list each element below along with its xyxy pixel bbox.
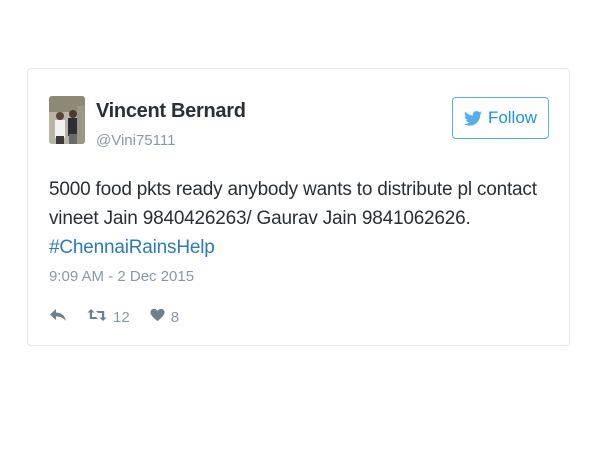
heart-icon [150, 308, 165, 327]
avatar-photo [49, 96, 85, 144]
retweet-button[interactable]: 12 [87, 308, 130, 327]
hashtag-link[interactable]: #ChennaiRainsHelp [49, 237, 215, 258]
follow-button[interactable]: Follow [452, 97, 549, 139]
follow-button-label: Follow [487, 108, 538, 127]
retweet-count: 12 [113, 308, 130, 326]
retweet-icon [87, 308, 107, 327]
like-button[interactable]: 8 [150, 308, 179, 327]
twitter-bird-icon [463, 110, 482, 126]
page: Vincent Bernard @Vini75111 Follow 5000 f… [0, 0, 600, 450]
tweet-text-line: 5000 food pkts ready anybody wants to di… [49, 179, 537, 200]
like-count: 8 [170, 308, 180, 326]
embedded-tweet-card: Vincent Bernard @Vini75111 Follow 5000 f… [27, 68, 570, 346]
reply-button[interactable] [49, 308, 67, 327]
author-display-name[interactable]: Vincent Bernard [96, 100, 246, 123]
tweet-timestamp[interactable]: 9:09 AM - 2 Dec 2015 [49, 268, 194, 285]
tweet-text: 5000 food pkts ready anybody wants to di… [49, 175, 549, 262]
tweet-text-line: vineet Jain 9840426263/ Gaurav Jain 9841… [49, 208, 471, 229]
tweet-actions: 12 8 [49, 307, 179, 327]
author-handle[interactable]: @Vini75111 [96, 132, 175, 149]
reply-icon [49, 308, 67, 327]
avatar[interactable] [49, 96, 85, 144]
